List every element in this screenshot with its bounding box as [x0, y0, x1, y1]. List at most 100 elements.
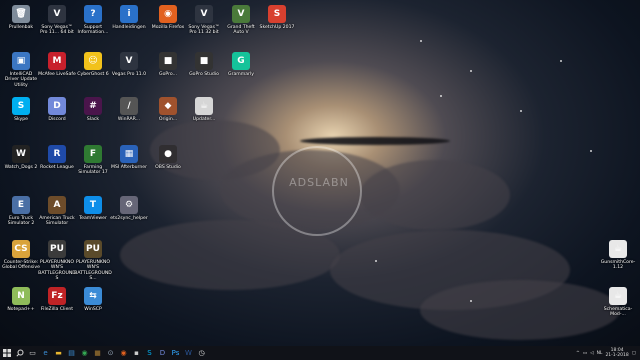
- desktop-shortcut[interactable]: ⚙ ets2sync_helper: [110, 196, 148, 221]
- app-icon: ◆: [159, 97, 177, 115]
- steam-icon[interactable]: ⊙: [104, 346, 117, 360]
- dark-cloud-streak: [300, 137, 450, 145]
- skype-icon[interactable]: S: [143, 346, 156, 360]
- cmd-icon[interactable]: ▪: [130, 346, 143, 360]
- desktop-shortcut-label: PLAYERUNKNOWN'S BATTLEGROUNDS...: [74, 260, 112, 282]
- clock-app-icon[interactable]: ◷: [195, 346, 208, 360]
- desktop-shortcut[interactable]: ☕ Updater...: [185, 97, 223, 122]
- photoshop-icon[interactable]: Ps: [169, 346, 182, 360]
- desktop-shortcut-label: IntelliCAD Driver Update Utility: [4, 72, 38, 88]
- desktop-shortcut[interactable]: PU PLAYERUNKNOWN'S BATTLEGROUNDS: [38, 240, 76, 282]
- firefox-icon[interactable]: ◉: [117, 346, 130, 360]
- chrome-icon[interactable]: ◉: [78, 346, 91, 360]
- desktop-shortcut[interactable]: i Handleidingen: [110, 5, 148, 30]
- app-icon: D: [48, 97, 66, 115]
- star: [420, 40, 422, 42]
- star: [470, 70, 472, 72]
- network-icon[interactable]: ▭: [583, 351, 587, 356]
- notification-icon[interactable]: ▢: [632, 351, 636, 356]
- search-icon[interactable]: [13, 346, 26, 360]
- desktop-shortcut[interactable]: ▦ MSI Afterburner: [110, 145, 148, 170]
- app-icon: /: [120, 97, 138, 115]
- desktop-shortcut[interactable]: Fz FileZilla Client: [38, 287, 76, 312]
- desktop-shortcut[interactable]: D Discord: [38, 97, 76, 122]
- app-icon: Fz: [48, 287, 66, 305]
- desktop-shortcut[interactable]: ◉ Mozilla Firefox: [149, 5, 187, 30]
- desktop-shortcut-label: Grand Theft Auto V: [227, 25, 255, 36]
- desktop-shortcut[interactable]: ◆ Origin...: [149, 97, 187, 122]
- desktop-shortcut[interactable]: ▣ IntelliCAD Driver Update Utility: [2, 52, 40, 88]
- clock-date: 21-1-2018: [605, 353, 629, 358]
- desktop-shortcut-label: Sony Vegas™ Pro 11... 64 bit: [40, 25, 74, 36]
- desktop-shortcut-label: Updater...: [192, 117, 216, 122]
- desktop-shortcut[interactable]: F Farming Simulator 17: [74, 145, 112, 176]
- desktop-shortcut-label: Euro Truck Simulator 2: [7, 216, 35, 227]
- cloud-shape: [360, 160, 510, 230]
- desktop: ADSLABN 🗑 Prullenbak V Sony Vegas™ Pro 11..…: [0, 0, 640, 346]
- app-icon: #: [84, 97, 102, 115]
- minecraft-icon[interactable]: ■: [91, 346, 104, 360]
- app-icon: ⚙: [120, 196, 138, 214]
- volume-icon[interactable]: ◁: [590, 351, 593, 356]
- desktop-shortcut-label: CyberGhost 6: [77, 72, 109, 77]
- windows-start-icon[interactable]: [0, 346, 13, 360]
- desktop-shortcut-label: WinSCP: [84, 307, 102, 312]
- edge-icon[interactable]: e: [39, 346, 52, 360]
- desktop-shortcut[interactable]: ☕ Schematica-Mod-...: [599, 287, 637, 318]
- desktop-shortcut[interactable]: ● OBS Studio: [149, 145, 187, 170]
- desktop-shortcut-label: Watch_Dogs 2: [4, 165, 38, 170]
- watermark-logo-text: ADSLABN: [289, 176, 349, 189]
- desktop-shortcut[interactable]: PU PLAYERUNKNOWN'S BATTLEGROUNDS...: [74, 240, 112, 282]
- desktop-shortcut[interactable]: E Euro Truck Simulator 2: [2, 196, 40, 227]
- desktop-shortcut[interactable]: ☺ CyberGhost 6: [74, 52, 112, 77]
- desktop-shortcut-label: Support Information...: [77, 25, 109, 36]
- app-icon: ●: [159, 145, 177, 163]
- desktop-shortcut[interactable]: S Skype: [2, 97, 40, 122]
- desktop-shortcut[interactable]: 🗑 Prullenbak: [2, 5, 40, 30]
- desktop-shortcut[interactable]: T TeamViewer: [74, 196, 112, 221]
- desktop-shortcut[interactable]: R Rocket League: [38, 145, 76, 170]
- cloud-shape: [420, 280, 620, 340]
- desktop-shortcut[interactable]: / WinRAR...: [110, 97, 148, 122]
- desktop-shortcut[interactable]: G Grammarly: [222, 52, 260, 77]
- desktop-shortcut[interactable]: V Sony Vegas™ Pro 11 32 bit: [185, 5, 223, 36]
- desktop-shortcut-label: Farming Simulator 17: [78, 165, 108, 176]
- app-icon: E: [12, 196, 30, 214]
- desktop-shortcut[interactable]: V Vegas Pro 11.0: [110, 52, 148, 77]
- desktop-shortcut-label: Prullenbak: [8, 25, 34, 30]
- app-icon: V: [232, 5, 250, 23]
- watermark-logo-ring: [272, 146, 362, 236]
- task-view-icon[interactable]: ▭: [26, 346, 39, 360]
- app-icon: ▦: [120, 145, 138, 163]
- language-indicator[interactable]: NL: [597, 351, 603, 356]
- desktop-shortcut[interactable]: ☕ GunsmithCore-1.12: [599, 240, 637, 271]
- system-tray: ^ ▭ ◁ NL 18:04 21-1-2018 ▢: [576, 346, 636, 360]
- desktop-shortcut[interactable]: V Sony Vegas™ Pro 11... 64 bit: [38, 5, 76, 36]
- store-icon[interactable]: ▤: [65, 346, 78, 360]
- desktop-shortcut-label: Handleidingen: [112, 25, 146, 30]
- app-icon: T: [84, 196, 102, 214]
- desktop-shortcut[interactable]: V Grand Theft Auto V: [222, 5, 260, 36]
- star: [470, 300, 472, 302]
- desktop-shortcut[interactable]: M McAfee LiveSafe: [38, 52, 76, 77]
- app-icon: ☕: [609, 287, 627, 305]
- desktop-shortcut-label: American Truck Simulator: [39, 216, 75, 227]
- app-icon: S: [12, 97, 30, 115]
- word-icon[interactable]: W: [182, 346, 195, 360]
- clock[interactable]: 18:04 21-1-2018: [605, 348, 628, 358]
- discord-icon[interactable]: D: [156, 346, 169, 360]
- desktop-shortcut[interactable]: W Watch_Dogs 2: [2, 145, 40, 170]
- desktop-shortcut[interactable]: ■ GoPro Studio: [185, 52, 223, 77]
- app-icon: ■: [195, 52, 213, 70]
- desktop-shortcut[interactable]: # Slack: [74, 97, 112, 122]
- desktop-shortcut[interactable]: N Notepad++: [2, 287, 40, 312]
- desktop-shortcut-label: Sony Vegas™ Pro 11 32 bit: [188, 25, 220, 36]
- desktop-shortcut[interactable]: CS Counter-Strike: Global Offensive: [2, 240, 40, 271]
- desktop-shortcut[interactable]: ■ GoPro...: [149, 52, 187, 77]
- desktop-shortcut[interactable]: ? Support Information...: [74, 5, 112, 36]
- desktop-shortcut[interactable]: ⇆ WinSCP: [74, 287, 112, 312]
- desktop-shortcut[interactable]: A American Truck Simulator: [38, 196, 76, 227]
- desktop-shortcut[interactable]: S SketchUp 2017: [258, 5, 296, 30]
- file-explorer-icon[interactable]: ▬: [52, 346, 65, 360]
- chevron-up-icon[interactable]: ^: [576, 351, 580, 356]
